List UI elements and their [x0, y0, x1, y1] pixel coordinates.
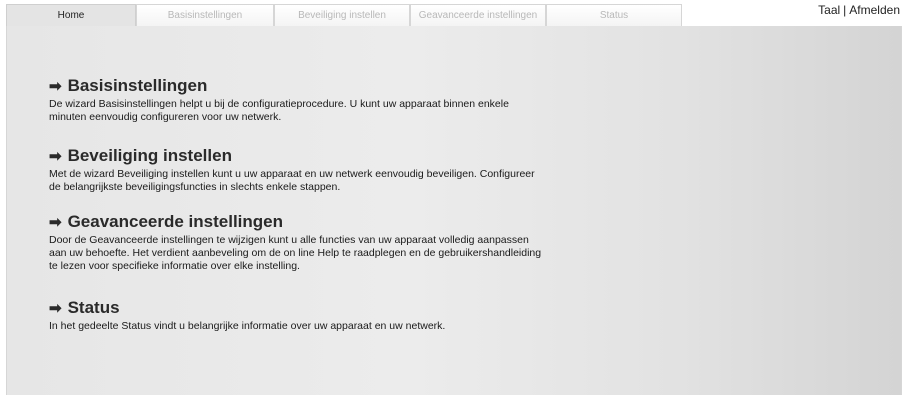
- logout-link[interactable]: Afmelden: [849, 3, 900, 17]
- section-title-beveiliging-instellen[interactable]: ➡ Beveiliging instellen: [49, 146, 549, 167]
- right-arrow-icon: ➡: [49, 148, 62, 165]
- tab-beveiliging-instellen[interactable]: Beveiliging instellen: [274, 4, 410, 26]
- section-description: Door de Geavanceerde instellingen te wij…: [49, 234, 542, 272]
- section-geavanceerde-instellingen: ➡ Geavanceerde instellingen Door de Geava…: [49, 212, 549, 273]
- right-arrow-icon: ➡: [49, 300, 62, 317]
- section-description: Met de wizard Beveiliging instellen kunt…: [49, 168, 535, 193]
- content-panel: ➡ Basisinstellingen De wizard Basisinstel…: [6, 26, 902, 395]
- section-title-status[interactable]: ➡ Status: [49, 298, 549, 319]
- section-beveiliging-instellen: ➡ Beveiliging instellen Met de wizard Bev…: [49, 146, 549, 194]
- top-links: Taal | Afmelden: [818, 3, 900, 17]
- language-link[interactable]: Taal: [818, 3, 840, 17]
- section-description: In het gedeelte Status vindt u belangrij…: [49, 320, 446, 332]
- section-status: ➡ Status In het gedeelte Status vindt u b…: [49, 298, 549, 333]
- section-title-label[interactable]: Basisinstellingen: [68, 76, 208, 95]
- section-description: De wizard Basisinstellingen helpt u bij …: [49, 98, 509, 123]
- section-title-label[interactable]: Status: [68, 298, 120, 317]
- section-title-geavanceerde-instellingen[interactable]: ➡ Geavanceerde instellingen: [49, 212, 549, 233]
- link-separator: |: [843, 3, 847, 17]
- page: Home Basisinstellingen Beveiliging inste…: [0, 0, 904, 395]
- section-title-label[interactable]: Geavanceerde instellingen: [68, 212, 283, 231]
- tab-bar: Home Basisinstellingen Beveiliging inste…: [6, 4, 682, 26]
- right-arrow-icon: ➡: [49, 78, 62, 95]
- right-arrow-icon: ➡: [49, 214, 62, 231]
- section-basisinstellingen: ➡ Basisinstellingen De wizard Basisinstel…: [49, 76, 549, 124]
- section-title-label[interactable]: Beveiliging instellen: [68, 146, 232, 165]
- tab-basisinstellingen[interactable]: Basisinstellingen: [136, 4, 274, 26]
- tab-geavanceerde-instellingen[interactable]: Geavanceerde instellingen: [410, 4, 546, 26]
- tab-home[interactable]: Home: [6, 4, 136, 26]
- tab-status[interactable]: Status: [546, 4, 682, 26]
- section-title-basisinstellingen[interactable]: ➡ Basisinstellingen: [49, 76, 549, 97]
